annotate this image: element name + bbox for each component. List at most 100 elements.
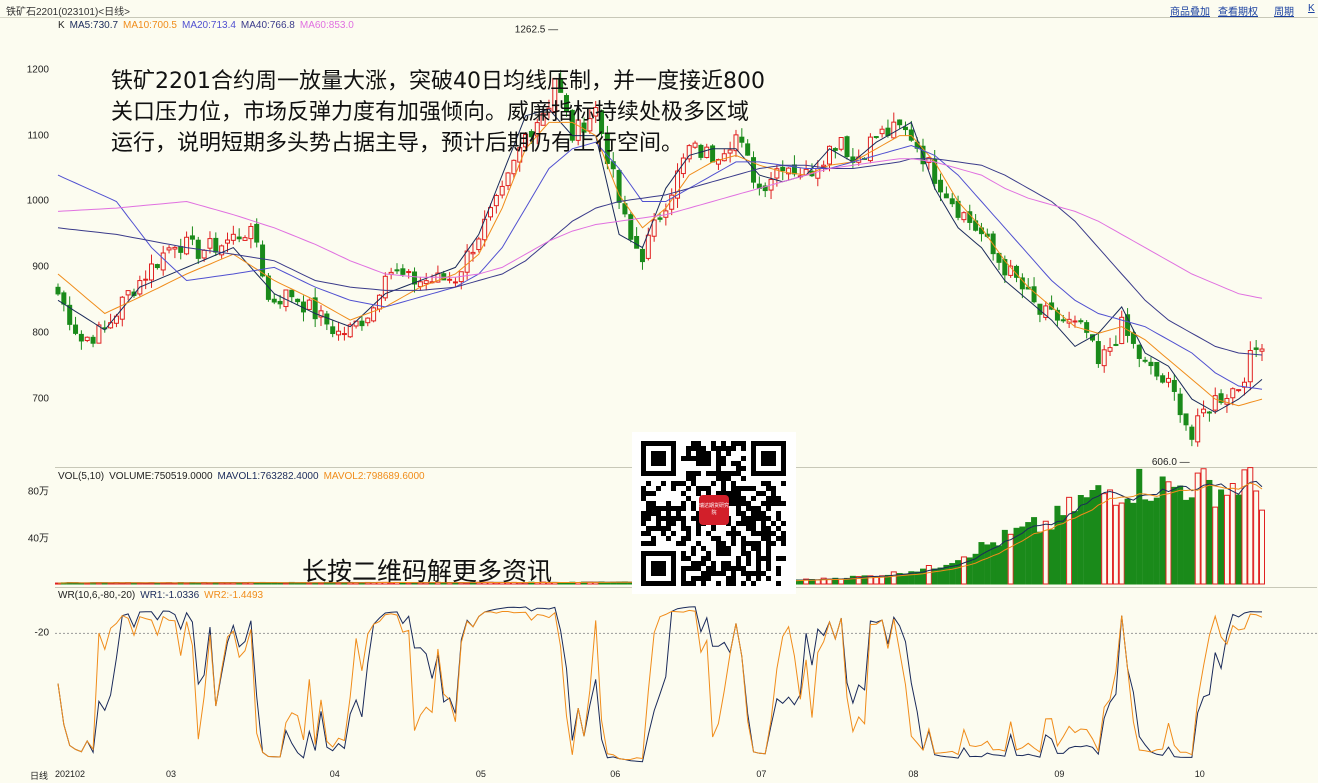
candle-body: [821, 164, 827, 168]
qr-module: [731, 461, 736, 466]
candle-body: [78, 333, 84, 342]
candle-body: [61, 292, 67, 305]
qr-module: [766, 551, 771, 556]
qr-module: [756, 491, 761, 496]
candle-body: [1142, 359, 1148, 362]
qr-module: [776, 496, 781, 501]
qr-module: [741, 546, 746, 551]
qr-module: [731, 491, 736, 496]
candle-body: [406, 271, 412, 274]
candle-body: [254, 223, 260, 243]
qr-module: [691, 501, 696, 506]
qr-module: [781, 501, 786, 506]
candle-body: [371, 307, 377, 322]
qr-module: [701, 486, 706, 491]
volume-bar: [1259, 509, 1265, 585]
candle-body: [295, 298, 301, 303]
qr-module: [646, 511, 651, 516]
wr2-line: [57, 609, 1263, 761]
qr-module: [711, 446, 716, 451]
candle-body: [1230, 388, 1236, 399]
volume-bar: [1229, 483, 1236, 585]
qr-module: [746, 551, 751, 556]
qr-module: [731, 481, 736, 486]
candle-body: [873, 136, 879, 139]
qr-module: [661, 531, 666, 536]
qr-module: [671, 506, 676, 511]
qr-module: [686, 471, 691, 476]
qr-module: [776, 566, 781, 571]
volume-bar: [1112, 504, 1119, 585]
candle-body: [908, 129, 914, 141]
qr-module: [651, 506, 656, 511]
qr-module: [731, 576, 736, 581]
qr-module: [741, 536, 746, 541]
qr-module: [721, 551, 726, 556]
candle-body: [230, 233, 236, 241]
qr-module: [651, 491, 656, 496]
qr-module: [681, 456, 686, 461]
qr-module: [736, 566, 741, 571]
qr-module: [741, 441, 746, 446]
qr-module: [751, 546, 756, 551]
candle-body: [394, 269, 400, 272]
qr-module: [656, 516, 661, 521]
qr-module: [731, 566, 736, 571]
qr-module: [756, 506, 761, 511]
qr-module: [681, 516, 686, 521]
candle-body: [844, 136, 850, 157]
candle-body: [610, 161, 616, 170]
qr-module: [726, 576, 731, 581]
qr-module: [716, 541, 721, 546]
volume-bar: [1183, 499, 1190, 585]
qr-module: [736, 441, 741, 446]
qr-module: [656, 526, 661, 531]
candle-body: [184, 236, 190, 255]
commentary-line-3: 运行，说明短期多头势占据主导，预计后期仍有上行空间。: [111, 131, 684, 156]
qr-module: [696, 561, 701, 566]
candle-body: [1253, 347, 1259, 350]
qr-module: [741, 541, 746, 546]
qr-module: [761, 536, 766, 541]
candle-body: [447, 278, 453, 281]
qr-module: [706, 576, 711, 581]
qr-module: [666, 521, 671, 526]
qr-module: [691, 576, 696, 581]
qr-module: [706, 456, 711, 461]
qr-module: [741, 486, 746, 491]
candle-body: [1201, 408, 1207, 414]
qr-module: [641, 496, 646, 501]
volume-bar: [1130, 502, 1137, 585]
qr-module: [731, 541, 736, 546]
candle-body: [961, 212, 967, 221]
qr-module: [761, 526, 766, 531]
qr-module: [646, 506, 651, 511]
qr-module: [746, 526, 751, 531]
qr-module: [766, 531, 771, 536]
candle-body: [1171, 379, 1177, 392]
volume-bar: [1147, 500, 1154, 585]
qr-module: [741, 466, 746, 471]
qr-module: [741, 571, 746, 576]
qr-module: [706, 556, 711, 561]
commentary-line-2: 关口压力位，市场反弹力度有加强倾向。威廉指标持续处极多区域: [111, 100, 750, 125]
qr-module: [676, 516, 681, 521]
qr-module: [766, 556, 771, 561]
qr-module: [736, 486, 741, 491]
price-annotation: 606.0 —: [1152, 457, 1190, 468]
candle-body: [639, 248, 645, 263]
volume-bar: [1235, 494, 1242, 585]
qr-module: [756, 516, 761, 521]
qr-module: [696, 486, 701, 491]
x-tick-label: 日线: [30, 771, 49, 781]
qr-module: [756, 561, 761, 566]
qr-module: [726, 561, 731, 566]
qr-module: [681, 541, 686, 546]
volume-bar: [1054, 505, 1061, 585]
qr-module: [776, 516, 781, 521]
qr-module: [641, 511, 646, 516]
qr-module: [716, 471, 721, 476]
qr-module: [736, 511, 741, 516]
qr-code[interactable]: 瑞达期货研究院: [632, 432, 796, 594]
qr-module: [756, 531, 761, 536]
